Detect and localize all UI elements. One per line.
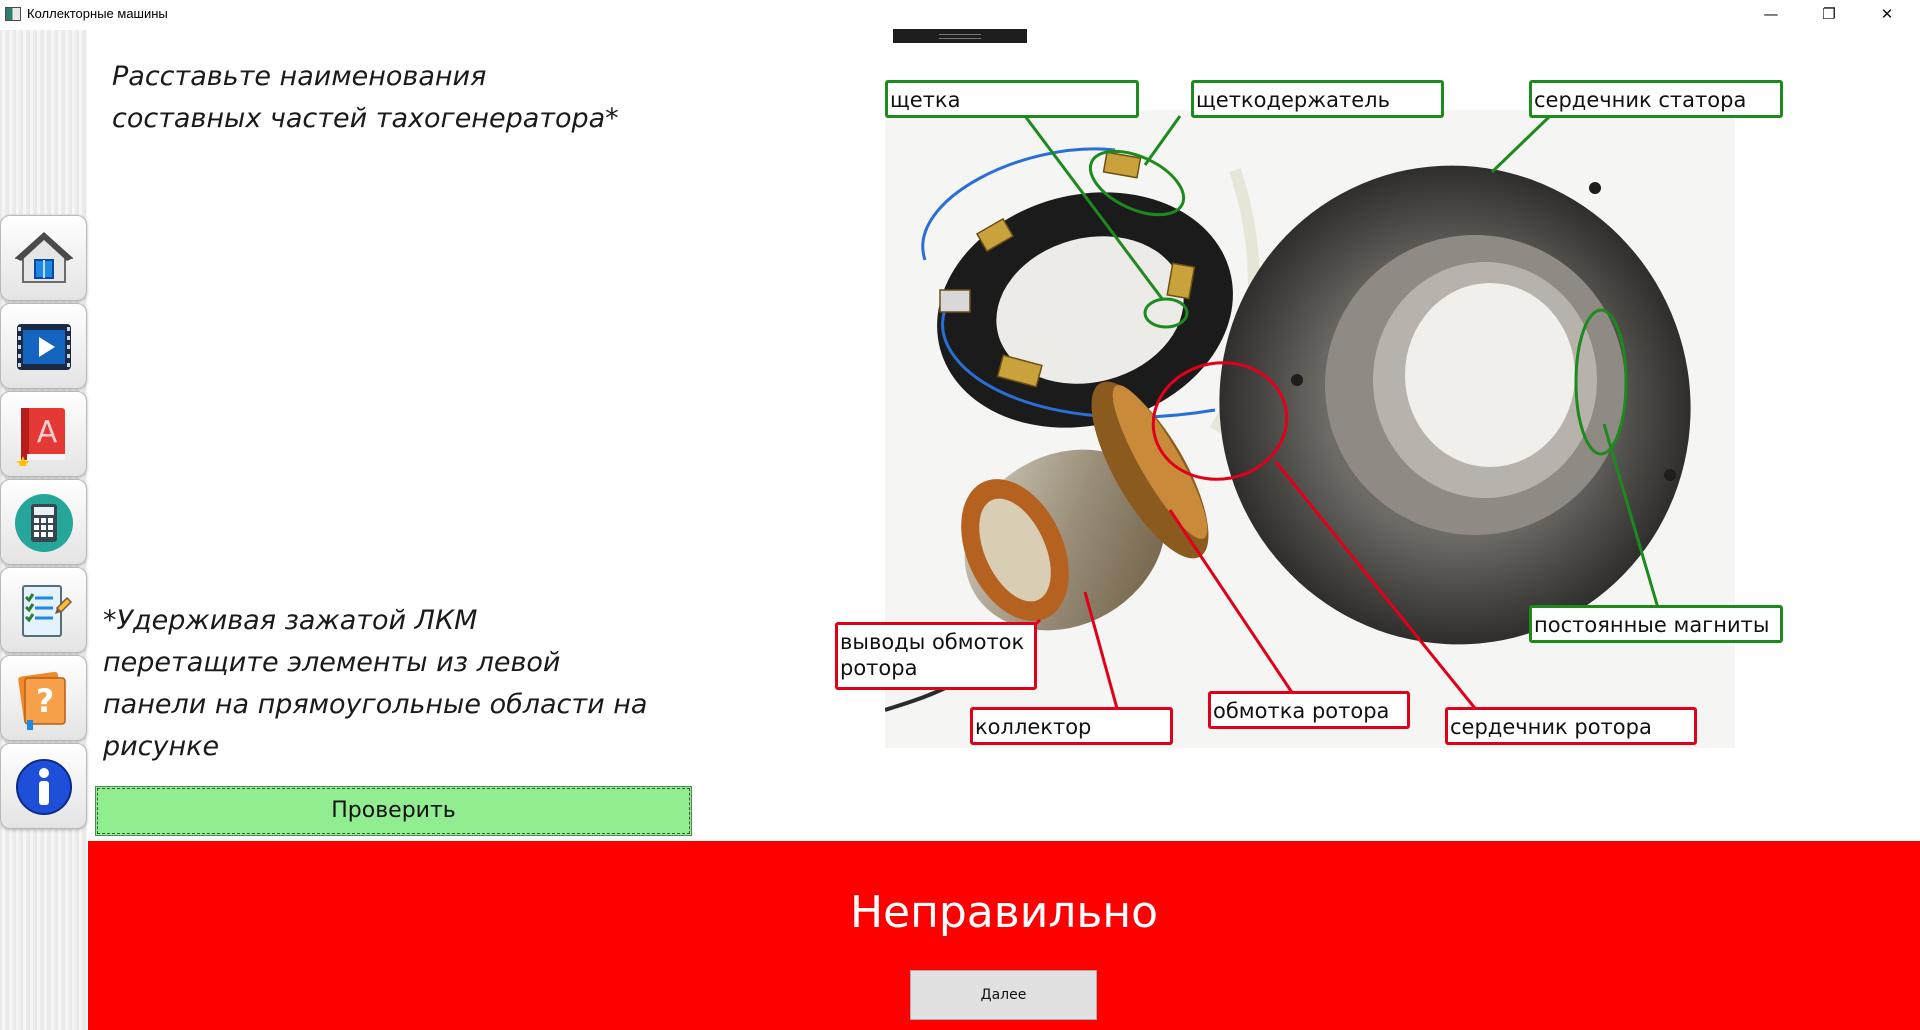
next-button[interactable]: Далее [910, 970, 1097, 1020]
drop-target-rotor-winding[interactable]: обмотка ротора [1208, 691, 1410, 729]
sidebar-item-home[interactable] [0, 215, 87, 301]
result-message: Неправильно [849, 887, 1159, 938]
title-bar: Коллекторные машины — ❐ ✕ [0, 0, 1920, 30]
sidebar-item-video[interactable] [0, 303, 87, 389]
sidebar-item-calculator[interactable] [0, 479, 87, 565]
drop-target-brush-holder[interactable]: щеткодержатель [1191, 80, 1444, 118]
window-title: Коллекторные машины [27, 6, 168, 21]
sidebar-item-help[interactable]: ? [0, 655, 87, 741]
svg-text:A: A [37, 415, 58, 450]
video-icon [17, 324, 71, 370]
checklist-icon [22, 585, 73, 637]
app-icon [5, 7, 21, 21]
info-icon [16, 759, 72, 815]
sidebar-item-test[interactable] [0, 567, 87, 653]
home-icon [14, 232, 74, 283]
sidebar-item-info[interactable] [0, 743, 87, 829]
drop-target-rotor-core[interactable]: сердечник ротора [1445, 707, 1697, 745]
result-panel: Неправильно Далее [88, 841, 1920, 1030]
minimize-button[interactable]: — [1748, 0, 1794, 30]
question-book-icon: ? [18, 671, 66, 730]
drop-target-brush[interactable]: щетка [885, 80, 1139, 118]
drop-target-stator-core[interactable]: сердечник статора [1529, 80, 1783, 118]
sidebar-item-textbook[interactable]: A [0, 391, 87, 477]
calculator-icon [15, 494, 73, 552]
splitter-handle[interactable] [893, 29, 1027, 43]
sidebar: A ? [0, 30, 87, 1030]
drop-target-winding-leads[interactable]: выводы обмоток ротора [835, 622, 1037, 690]
close-button[interactable]: ✕ [1864, 0, 1910, 30]
instruction-title: Расставьте наименования составных частей… [112, 61, 619, 134]
instruction-hint: *Удерживая зажатой ЛКМ перетащите элемен… [103, 605, 648, 762]
drop-target-commutator[interactable]: коллектор [970, 707, 1173, 745]
check-button[interactable]: Проверить [95, 786, 692, 836]
drop-target-permanent-magnets[interactable]: постоянные магниты [1529, 605, 1783, 643]
book-icon: A [16, 408, 65, 466]
brush-holder-ring [921, 147, 1233, 428]
svg-text:?: ? [36, 682, 55, 720]
maximize-button[interactable]: ❐ [1806, 0, 1852, 30]
